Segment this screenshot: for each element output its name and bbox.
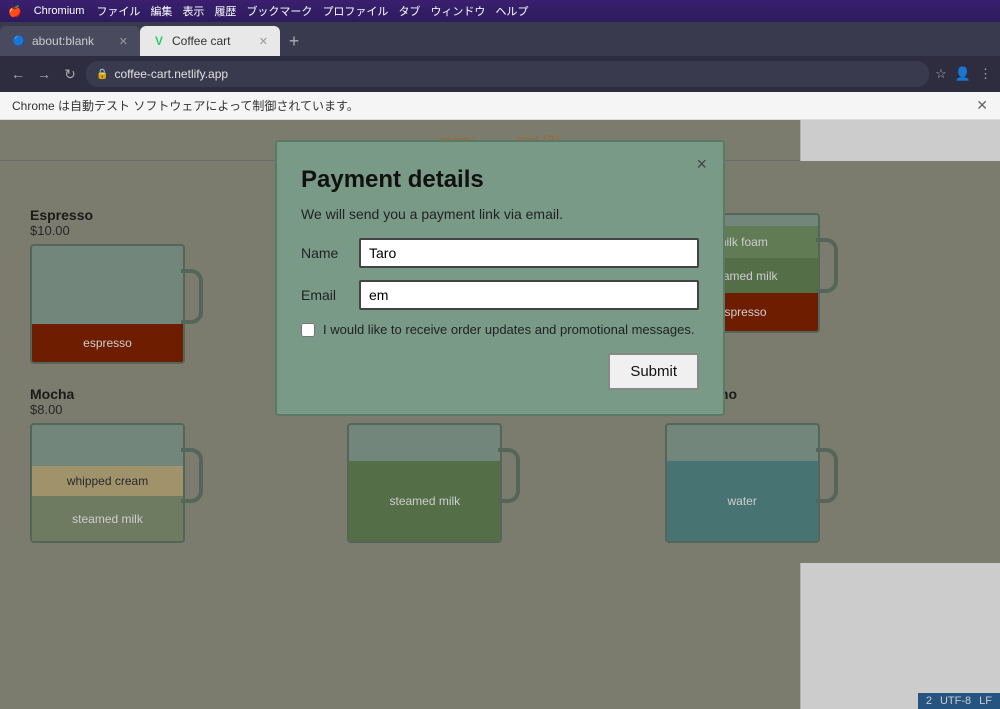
modal-overlay: Payment details × We will send you a pay…	[0, 120, 1000, 709]
tab-bar: 🔵 about:blank ✕ V Coffee cart ✕ +	[0, 22, 1000, 56]
tab-coffee-cart[interactable]: V Coffee cart ✕	[140, 26, 280, 56]
checkbox-label: I would like to receive order updates an…	[323, 322, 694, 337]
app-name: Chromium	[34, 5, 85, 17]
tab-about-blank-close[interactable]: ✕	[119, 35, 128, 48]
url-field[interactable]: 🔒 coffee-cart.netlify.app	[86, 61, 929, 87]
payment-modal: Payment details × We will send you a pay…	[275, 140, 725, 416]
modal-close-button[interactable]: ×	[696, 154, 707, 175]
tab-about-blank-label: about:blank	[32, 34, 94, 48]
notification-close[interactable]: ✕	[976, 97, 988, 114]
blank-favicon: 🔵	[12, 34, 26, 48]
submit-button[interactable]: Submit	[608, 353, 699, 390]
checkbox-row: I would like to receive order updates an…	[301, 322, 699, 337]
back-button[interactable]: ←	[8, 66, 28, 82]
tab-about-blank[interactable]: 🔵 about:blank ✕	[0, 26, 140, 56]
tab-coffee-close[interactable]: ✕	[259, 35, 268, 48]
notification-bar: Chrome は自動テスト ソフトウェアによって制御されています。 ✕	[0, 92, 1000, 120]
tab-coffee-label: Coffee cart	[172, 34, 230, 48]
lock-icon: 🔒	[96, 69, 108, 80]
reload-button[interactable]: ↻	[60, 66, 80, 83]
promo-checkbox[interactable]	[301, 323, 315, 337]
name-input[interactable]	[359, 238, 699, 268]
modal-subtitle: We will send you a payment link via emai…	[301, 206, 699, 222]
coffee-favicon: V	[152, 34, 166, 48]
forward-button[interactable]: →	[34, 66, 54, 82]
name-label: Name	[301, 245, 351, 261]
apple-icon: 🍎	[8, 5, 22, 18]
address-bar-icons: ☆ 👤 ⋮	[935, 66, 992, 82]
address-bar: ← → ↻ 🔒 coffee-cart.netlify.app ☆ 👤 ⋮	[0, 56, 1000, 92]
email-input[interactable]	[359, 280, 699, 310]
name-row: Name	[301, 238, 699, 268]
app-content: menu cart (3) It's your lucky day! Get a…	[0, 120, 1000, 709]
bookmark-icon[interactable]: ☆	[935, 66, 947, 82]
os-menu: ファイル 編集 表示 履歴 ブックマーク プロファイル タブ ウィンドウ ヘルプ	[96, 3, 528, 19]
new-tab-button[interactable]: +	[280, 26, 308, 56]
modal-title: Payment details	[301, 166, 699, 194]
email-label: Email	[301, 287, 351, 303]
menu-icon[interactable]: ⋮	[979, 66, 992, 82]
profile-icon[interactable]: 👤	[955, 66, 971, 82]
url-text: coffee-cart.netlify.app	[114, 67, 228, 81]
notification-text: Chrome は自動テスト ソフトウェアによって制御されています。	[12, 97, 359, 114]
browser-chrome: 🔵 about:blank ✕ V Coffee cart ✕ + ← → ↻ …	[0, 22, 1000, 92]
os-bar: 🍎 Chromium ファイル 編集 表示 履歴 ブックマーク プロファイル タ…	[0, 0, 1000, 22]
email-row: Email	[301, 280, 699, 310]
